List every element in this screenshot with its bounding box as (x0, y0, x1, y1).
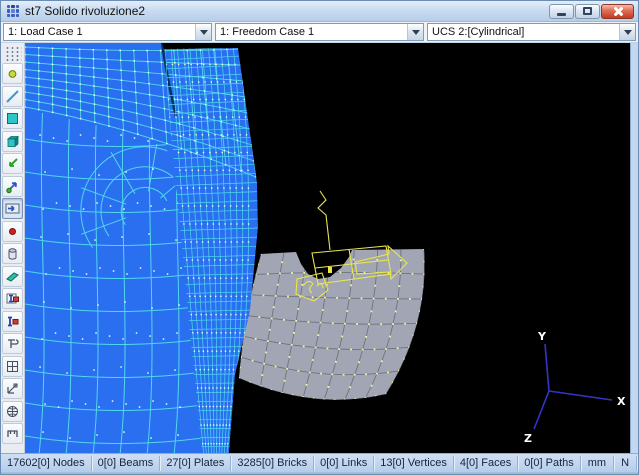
load-case-value: 1: Load Case 1 (4, 26, 195, 38)
axis-label-y: Y (537, 330, 547, 343)
cylinder-icon (5, 246, 20, 261)
bracket-icon (5, 426, 20, 441)
ucs-value: UCS 2:[Cylindrical] (428, 26, 619, 38)
circle-grid-button[interactable] (2, 401, 23, 422)
brick-property-button[interactable] (2, 311, 23, 332)
face-arrow-icon (5, 201, 20, 216)
grid-icon (5, 359, 20, 374)
model-viewport[interactable]: X Y Z (25, 43, 630, 453)
plates-count: 27[0] Plates (160, 456, 231, 471)
app-window: st7 Solido rivoluzione2 1: Load Case 1 1… (0, 0, 639, 475)
plate-icon (5, 111, 20, 126)
close-button[interactable] (601, 4, 634, 19)
bricks-count: 3285[0] Bricks (231, 456, 314, 471)
titlebar[interactable]: st7 Solido rivoluzione2 (1, 1, 638, 22)
unit-force: N (614, 456, 637, 471)
axis-triad: X Y Z (524, 330, 626, 445)
freedom-case-combobox[interactable]: 1: Freedom Case 1 (215, 23, 424, 41)
node-icon (5, 66, 20, 81)
close-icon (612, 6, 623, 17)
unit-length: mm (581, 456, 614, 471)
face-select-button[interactable] (2, 198, 23, 219)
ucs-glyph-button[interactable] (2, 378, 23, 399)
faces-count: 4[0] Faces (454, 456, 518, 471)
minimize-icon (557, 13, 566, 16)
vertex-icon (5, 179, 20, 194)
brick-select-button[interactable] (2, 131, 23, 152)
vertex-select-button[interactable] (2, 176, 23, 197)
entity-toolbar (1, 43, 25, 453)
ibeam-redbox-icon (5, 314, 20, 329)
freedom-case-value: 1: Freedom Case 1 (216, 26, 407, 38)
parallelogram-icon (5, 269, 20, 284)
red-node-icon (5, 224, 20, 239)
app-icon (6, 4, 20, 18)
statusbar: 17602[0] Nodes 0[0] Beams 27[0] Plates 3… (1, 453, 638, 472)
grid-4cell-button[interactable] (2, 356, 23, 377)
chevron-down-icon[interactable] (195, 24, 211, 40)
nodes-count: 17602[0] Nodes (1, 456, 92, 471)
link-select-button[interactable] (2, 153, 23, 174)
ibeam-red-icon (5, 291, 20, 306)
chevron-down-icon[interactable] (407, 24, 423, 40)
minimize-button[interactable] (549, 4, 574, 19)
brick-icon (5, 134, 20, 149)
plate-select-button[interactable] (2, 108, 23, 129)
node-attribute-button[interactable] (2, 221, 23, 242)
model-canvas: X Y Z (25, 43, 630, 453)
chevron-down-icon[interactable] (619, 24, 635, 40)
maximize-button[interactable] (575, 4, 600, 19)
clamp-glyph-icon (5, 336, 20, 351)
attachment-button[interactable] (2, 333, 23, 354)
vertices-count: 13[0] Vertices (374, 456, 454, 471)
beam-select-button[interactable] (2, 86, 23, 107)
axis-label-x: X (617, 395, 626, 408)
window-title: st7 Solido rivoluzione2 (25, 4, 549, 18)
maximize-icon (583, 7, 592, 15)
beam-property-button[interactable] (2, 288, 23, 309)
beam-icon (5, 89, 20, 104)
ucs-icon (5, 381, 20, 396)
quad-plate-button[interactable] (2, 266, 23, 287)
selection-grip-icon[interactable] (4, 45, 22, 61)
axis-label-z: Z (524, 432, 532, 445)
case-toolbar: 1: Load Case 1 1: Freedom Case 1 UCS 2:[… (1, 22, 638, 43)
cylinder-brick-button[interactable] (2, 243, 23, 264)
window-right-frame (630, 43, 638, 453)
links-count: 0[0] Links (314, 456, 374, 471)
ucs-combobox[interactable]: UCS 2:[Cylindrical] (427, 23, 636, 41)
circle-grid-icon (5, 404, 20, 419)
beams-count: 0[0] Beams (92, 456, 161, 471)
node-select-button[interactable] (2, 63, 23, 84)
solid-mesh (25, 43, 259, 453)
link-icon (5, 156, 20, 171)
clamp-button[interactable] (2, 423, 23, 444)
load-case-combobox[interactable]: 1: Load Case 1 (3, 23, 212, 41)
paths-count: 0[0] Paths (518, 456, 581, 471)
